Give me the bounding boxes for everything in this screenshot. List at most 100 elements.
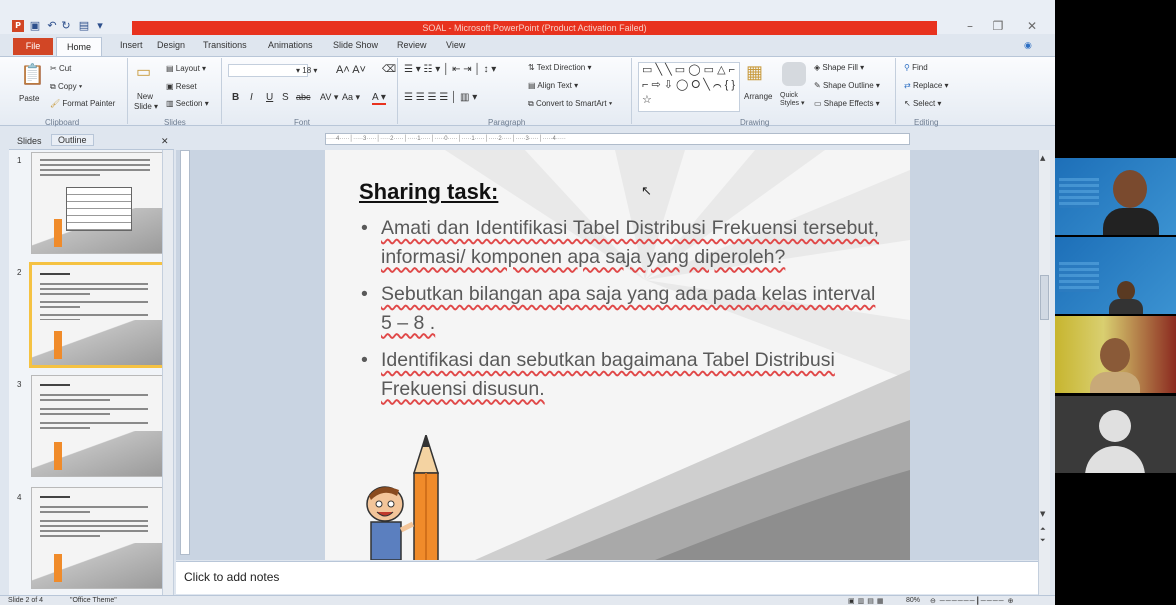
shapes-gallery[interactable]: ▭ ╲ ╲ ▭ ◯ ▭ △ ⌐ ⌐ ⇨ ⇩ ◯ ⭘ ╲ ⌒ { } ☆ xyxy=(638,62,740,112)
reset-button[interactable]: ▣ Reset xyxy=(166,82,197,91)
tab-transitions[interactable]: Transitions xyxy=(203,40,247,50)
bullet-item[interactable]: • Identifikasi dan sebutkan bagaimana Tab… xyxy=(359,346,879,403)
previous-slide-icon[interactable]: ⏶ xyxy=(1040,525,1046,534)
tab-slides[interactable]: Slides xyxy=(17,136,42,146)
side-pane-tabs: Slides Outline ✕ xyxy=(9,133,174,150)
minimize-button[interactable]: – xyxy=(960,19,980,33)
slide-thumbnail-3[interactable] xyxy=(31,375,163,477)
notes-pane[interactable]: Click to add notes xyxy=(176,561,1042,594)
align-text-button[interactable]: ▤ Align Text ▾ xyxy=(528,81,578,90)
text-direction-button[interactable]: ⇅ Text Direction ▾ xyxy=(528,63,591,72)
repeat-icon[interactable]: ↻ xyxy=(60,19,72,33)
zoom-slider[interactable]: ⊖ ──────┃──── ⊕ xyxy=(930,597,1014,605)
effects-icon: ▭ xyxy=(814,99,824,108)
tab-view[interactable]: View xyxy=(446,40,465,50)
arrange-icon[interactable]: ▦ xyxy=(746,62,763,83)
scroll-down-icon[interactable]: ▼ xyxy=(1040,510,1045,518)
shape-effects-button[interactable]: ▭ Shape Effects ▾ xyxy=(814,99,880,108)
shadow-button[interactable]: S xyxy=(282,92,289,103)
font-label: Font xyxy=(294,118,311,127)
new-slide-button[interactable]: New xyxy=(137,92,153,101)
undo-icon[interactable]: ↶ xyxy=(46,19,58,33)
tab-file[interactable]: File xyxy=(13,38,53,55)
underline-button[interactable]: U xyxy=(266,92,273,103)
participant-video-3[interactable] xyxy=(1055,316,1176,393)
restore-button[interactable]: ❐ xyxy=(988,19,1008,33)
arrange-button[interactable]: Arrange xyxy=(744,92,772,101)
font-size-dropdown[interactable]: ▾ 18 ▾ xyxy=(296,66,317,75)
close-pane-icon[interactable]: ✕ xyxy=(161,136,169,147)
italic-button[interactable]: I xyxy=(250,92,253,103)
bullet-text: Identifikasi dan sebutkan bagaimana Tabe… xyxy=(381,349,835,400)
clear-formatting-icon[interactable]: ⌫ xyxy=(382,64,396,75)
help-icon[interactable]: ◉ xyxy=(1024,40,1032,51)
shape-fill-button[interactable]: ◈ Shape Fill ▾ xyxy=(814,63,864,72)
bullet-list[interactable]: • Amati dan Identifikasi Tabel Distribusi… xyxy=(359,214,879,412)
tab-outline[interactable]: Outline xyxy=(51,134,94,146)
shape-outline-button[interactable]: ✎ Shape Outline ▾ xyxy=(814,81,880,90)
convert-smartart-button[interactable]: ⧉ Convert to SmartArt ▾ xyxy=(528,99,612,109)
alignment-icons[interactable]: ☰ ☰ ☰ ☰ │ ▥ ▾ xyxy=(404,92,477,103)
section-button[interactable]: ▥ Section ▾ xyxy=(166,99,209,108)
clipboard-label: Clipboard xyxy=(45,118,80,127)
tab-animations[interactable]: Animations xyxy=(268,40,313,50)
align-text-label: Align Text ▾ xyxy=(537,81,579,90)
character-spacing-button[interactable]: AV ▾ xyxy=(320,92,338,103)
find-button[interactable]: ⚲ Find xyxy=(904,63,928,72)
tab-review[interactable]: Review xyxy=(397,40,427,50)
slide-scrollbar[interactable]: ▲ ▼ ⏶ ⏷ xyxy=(1038,150,1050,595)
slide-thumbnail-1[interactable] xyxy=(31,152,163,254)
select-label: Select ▾ xyxy=(912,99,942,108)
select-button[interactable]: ↖ Select ▾ xyxy=(904,99,941,108)
new-slide-icon[interactable]: ▭ xyxy=(136,62,151,82)
tab-design[interactable]: Design xyxy=(157,40,185,50)
bullet-item[interactable]: • Sebutkan bilangan apa saja yang ada pad… xyxy=(359,280,879,337)
font-color-button[interactable]: A ▾ xyxy=(372,92,386,105)
scroll-thumb[interactable] xyxy=(1040,275,1049,320)
slide-thumbnail-2[interactable] xyxy=(29,262,165,368)
layout-button[interactable]: ▤ Layout ▾ xyxy=(166,64,206,73)
participant-video-1[interactable] xyxy=(1055,158,1176,235)
cartoon-boy-illustration xyxy=(366,486,415,560)
next-slide-icon[interactable]: ⏷ xyxy=(1040,536,1046,545)
quick-styles-button[interactable]: Quick Styles ▾ xyxy=(780,92,806,108)
bullets-numbering-icons[interactable]: ☰ ▾ ☷ ▾ │ ⇤ ⇥ │ ↕ ▾ xyxy=(404,64,496,75)
bullet-text: Amati dan Identifikasi Tabel Distribusi … xyxy=(381,217,879,268)
replace-button[interactable]: ⇄ Replace ▾ xyxy=(904,81,949,90)
binoculars-icon: ⚲ xyxy=(904,63,913,72)
replace-icon: ⇄ xyxy=(904,81,913,90)
bold-button[interactable]: B xyxy=(232,92,239,103)
bullet-text: Sebutkan bilangan apa saja yang ada pada… xyxy=(381,283,876,334)
scroll-up-icon[interactable]: ▲ xyxy=(1040,154,1045,162)
grow-font-icon[interactable]: A˄ A˅ xyxy=(336,64,366,76)
copy-button[interactable]: ⧉ Copy ▾ xyxy=(50,82,82,92)
notes-placeholder: Click to add notes xyxy=(184,570,280,584)
tab-insert[interactable]: Insert xyxy=(120,40,143,50)
slide-canvas[interactable]: Sharing task: • Amati dan Identifikasi Ta… xyxy=(325,150,910,560)
tab-slide-show[interactable]: Slide Show xyxy=(333,40,378,50)
thumbnail-number: 1 xyxy=(17,156,22,165)
participant-video-4[interactable] xyxy=(1055,396,1176,473)
participant-video-2[interactable] xyxy=(1055,237,1176,314)
slides-pane-scrollbar[interactable] xyxy=(162,150,173,595)
window-title: SOAL - Microsoft PowerPoint (Product Act… xyxy=(132,21,937,35)
print-preview-icon[interactable]: ▤ xyxy=(78,19,90,33)
slide-title[interactable]: Sharing task: xyxy=(359,179,498,205)
save-icon[interactable]: ▣ xyxy=(29,19,41,33)
cut-button[interactable]: ✂ Cut xyxy=(50,64,71,73)
slide-thumbnail-4[interactable] xyxy=(31,487,163,589)
view-buttons-icon[interactable]: ▣▥▤▦ xyxy=(848,597,886,605)
tab-home[interactable]: Home xyxy=(56,37,102,57)
change-case-button[interactable]: Aa ▾ xyxy=(342,92,360,103)
quick-styles-icon[interactable] xyxy=(782,62,806,86)
layout-label: Layout ▾ xyxy=(175,64,207,73)
virtual-background-text xyxy=(1059,178,1099,208)
close-button[interactable]: ✕ xyxy=(1022,19,1042,33)
paste-icon[interactable]: 📋 xyxy=(20,62,45,87)
strikethrough-button[interactable]: abc xyxy=(296,92,311,102)
paste-button[interactable]: Paste xyxy=(19,94,39,103)
customize-qat-icon[interactable]: ▾ xyxy=(94,19,106,33)
new-slide-dropdown[interactable]: Slide ▾ xyxy=(134,102,158,111)
bullet-item[interactable]: • Amati dan Identifikasi Tabel Distribusi… xyxy=(359,214,879,271)
format-painter-button[interactable]: 🖌 Format Painter xyxy=(50,99,115,108)
